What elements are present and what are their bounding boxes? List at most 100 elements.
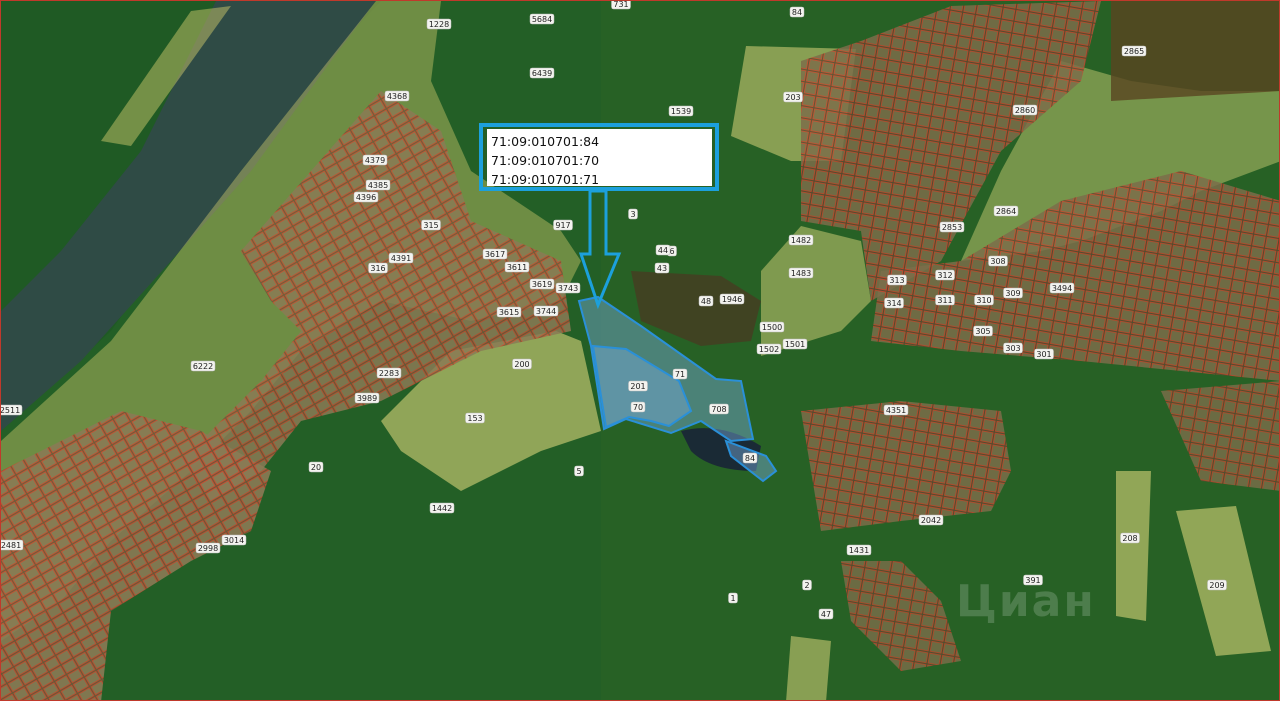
parcel-number: 208 [1122,534,1137,543]
cadastral-map[interactable]: 6222 200 153 5 20 1442 203 3 6 43 44 48 1946 71 201 70 7… [0,0,1280,701]
parcel-label[interactable]: 1500 [759,321,785,333]
parcel-number: 1500 [762,323,782,332]
parcel-label[interactable]: 71 [672,368,688,380]
parcel-label[interactable]: 47 [818,608,834,620]
parcel-label[interactable]: 44 [655,244,671,256]
parcel-label[interactable]: 1431 [846,544,872,556]
parcel-label[interactable]: 200 [512,358,532,370]
parcel-label[interactable]: 48 [698,295,714,307]
parcel-label[interactable]: 209 [1207,579,1227,591]
parcel-label[interactable]: 1442 [429,502,455,514]
parcel-label[interactable]: 2864 [993,205,1019,217]
parcel-number: 314 [886,299,901,308]
parcel-label[interactable]: 315 [421,219,441,231]
parcel-number: 3 [630,210,635,219]
parcel-label[interactable]: 2860 [1012,104,1038,116]
parcel-label[interactable]: 1228 [426,18,452,30]
parcel-label[interactable]: 4391 [388,252,414,264]
parcel-number: 84 [792,8,802,17]
parcel-number: 1482 [791,236,811,245]
parcel-label[interactable]: 2 [802,579,812,591]
parcel-label[interactable]: 3617 [482,248,508,260]
parcel-number: 2283 [379,369,399,378]
parcel-label[interactable]: 3494 [1049,282,1075,294]
parcel-label[interactable]: 1502 [756,343,782,355]
parcel-label[interactable]: 311 [935,294,955,306]
parcel-label[interactable]: 1483 [788,267,814,279]
parcel-label[interactable]: 303 [1003,342,1023,354]
parcel-number: 3611 [507,263,527,272]
parcel-label[interactable]: 2042 [918,514,944,526]
parcel-label[interactable]: 731 [611,1,631,10]
parcel-number: 84 [745,454,755,463]
parcel-label[interactable]: 308 [988,255,1008,267]
parcel-label[interactable]: 1946 [719,293,745,305]
parcel-number: 3617 [485,250,505,259]
parcel-label[interactable]: 1 [728,592,738,604]
parcel-label[interactable]: 917 [553,219,573,231]
cadastral-number-callout: 71:09:010701:84 71:09:010701:70 71:09:01… [479,123,719,191]
parcel-label[interactable]: 3 [628,208,638,220]
parcel-label[interactable]: 4379 [362,154,388,166]
parcel-label[interactable]: 84 [789,6,805,18]
cadastral-number-84[interactable]: 71:09:010701:84 [491,132,708,151]
parcel-label[interactable]: 316 [368,262,388,274]
parcel-label[interactable]: 2511 [1,404,23,416]
parcel-label[interactable]: 4351 [883,404,909,416]
parcel-label[interactable]: 3014 [221,534,247,546]
parcel-number: 301 [1036,350,1051,359]
parcel-label[interactable]: 201 [628,380,648,392]
parcel-label[interactable]: 310 [974,294,994,306]
parcel-label[interactable]: 6439 [529,67,555,79]
parcel-label[interactable]: 208 [1120,532,1140,544]
parcel-number: 1431 [849,546,869,555]
parcel-label[interactable]: 314 [884,297,904,309]
cadastral-number-70[interactable]: 71:09:010701:70 [491,151,708,170]
parcel-label[interactable]: 2853 [939,221,965,233]
parcel-label[interactable]: 3989 [354,392,380,404]
parcel-label[interactable]: 1501 [782,338,808,350]
parcel-label[interactable]: 4368 [384,90,410,102]
parcel-number: 4351 [886,406,906,415]
parcel-label[interactable]: 312 [935,269,955,281]
parcel-number: 312 [937,271,952,280]
parcel-label[interactable]: 5 [574,465,584,477]
parcel-label[interactable]: 4396 [353,191,379,203]
parcel-label[interactable]: 3619 [529,278,555,290]
parcel-label[interactable]: 84 [742,452,758,464]
parcel-label[interactable]: 2998 [195,542,221,554]
parcel-label[interactable]: 5684 [529,13,555,25]
parcel-label[interactable]: 708 [709,403,729,415]
parcel-number: 2864 [996,207,1016,216]
parcel-label[interactable]: 203 [783,91,803,103]
parcel-label[interactable]: 20 [308,461,324,473]
parcel-label[interactable]: 2283 [376,367,402,379]
parcel-label[interactable]: 6222 [190,360,216,372]
parcel-label[interactable]: 70 [630,401,646,413]
parcel-label[interactable]: 301 [1034,348,1054,360]
parcel-label[interactable]: 153 [465,412,485,424]
parcel-number: 1501 [785,340,805,349]
parcel-label[interactable]: 1482 [788,234,814,246]
parcel-label[interactable]: 3744 [533,305,559,317]
zone-south [786,636,831,700]
parcel-number: 20 [311,463,321,472]
parcel-label[interactable]: 2865 [1121,45,1147,57]
parcel-label[interactable]: 309 [1003,287,1023,299]
parcel-label[interactable]: 1539 [668,105,694,117]
parcel-number: 305 [975,327,990,336]
parcel-label[interactable]: 43 [654,262,670,274]
parcel-number: 3494 [1052,284,1072,293]
parcel-label[interactable]: 4385 [365,179,391,191]
parcel-number: 3989 [357,394,377,403]
parcel-label[interactable]: 305 [973,325,993,337]
parcel-number: 201 [630,382,645,391]
parcel-number: 4396 [356,193,376,202]
parcel-label[interactable]: 313 [887,274,907,286]
parcel-label[interactable]: 3743 [555,282,581,294]
parcel-number: 315 [423,221,438,230]
parcel-label[interactable]: 3611 [504,261,530,273]
parcel-label[interactable]: 2481 [1,539,24,551]
cadastral-number-71[interactable]: 71:09:010701:71 [491,170,708,189]
parcel-label[interactable]: 3615 [496,306,522,318]
